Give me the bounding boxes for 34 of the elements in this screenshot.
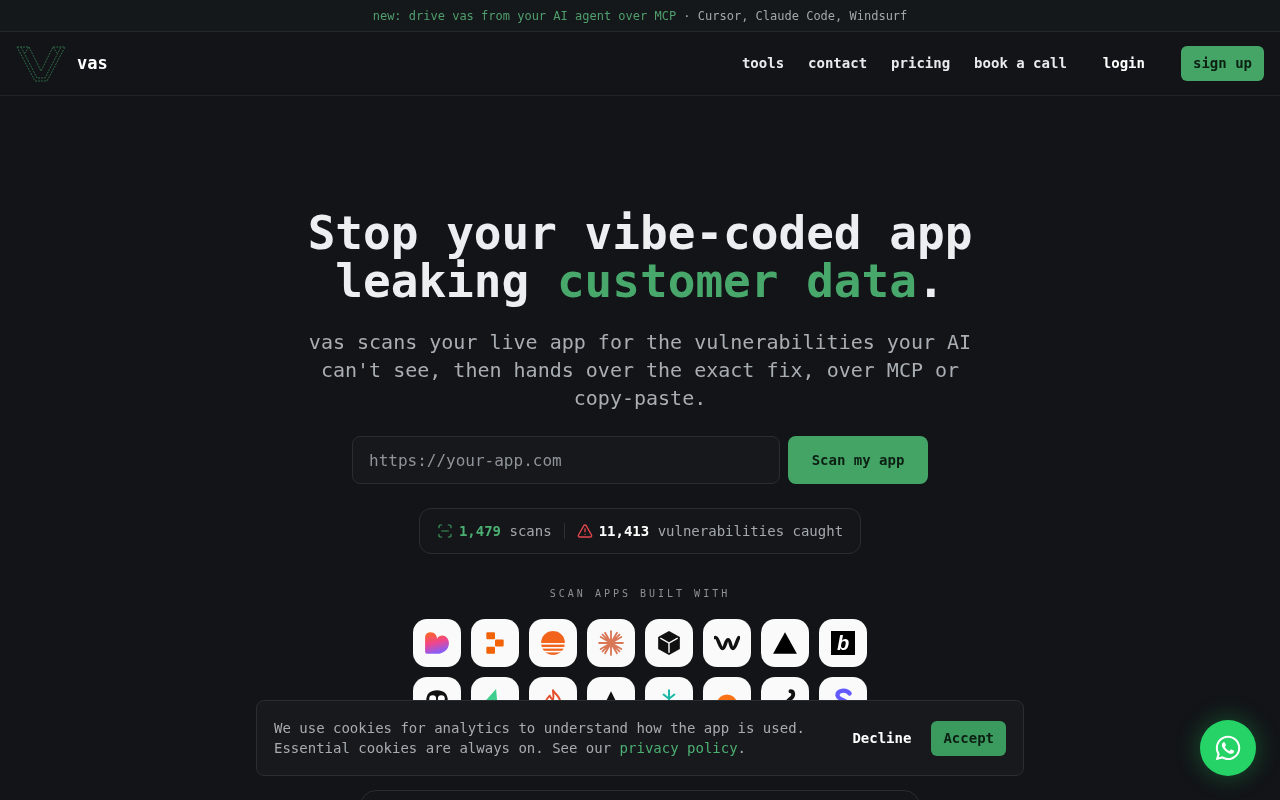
warning-icon [576,523,593,539]
wave-icon [703,619,751,667]
nav-link[interactable]: contact [808,53,868,74]
heart-logo-icon [413,619,461,667]
striped-sun-icon [529,619,577,667]
phone-chat-bubble-icon [1214,734,1242,762]
decline-button[interactable]: Decline [840,720,924,756]
chat-button[interactable] [1200,720,1256,776]
scan-button[interactable]: Scan my app [788,436,928,484]
sign-up-button[interactable]: sign up [1181,46,1264,81]
hero-headline: Stop your vibe-coded app leaking customer data. [306,209,974,305]
brand-name[interactable]: vas [77,50,108,77]
login-link[interactable]: login [1102,53,1145,74]
nav-link[interactable]: tools [741,53,785,74]
logo-letter: b [831,631,855,655]
nav-link[interactable]: book a call [974,53,1067,74]
accept-button[interactable]: Accept [931,720,1006,756]
scans-label: scans [509,521,552,541]
triangle-icon [761,619,809,667]
scans-count: 1,479 [458,521,502,541]
section-label: SCAN APPS BUILT WITH [549,587,731,601]
announcement-text: · Cursor, Claude Code, Windsurf [683,7,908,25]
nav-link[interactable]: pricing [891,53,951,74]
announcement-link[interactable]: new: drive vas from your AI agent over MCP [372,6,677,25]
vulnerabilities-count: 11,413 [598,521,650,541]
starburst-icon [587,619,635,667]
cube-icon [645,619,693,667]
scan-icon [436,523,453,539]
blocks-logo-icon [471,619,519,667]
url-input[interactable]: https://your-app.com [352,436,780,484]
privacy-policy-link[interactable]: privacy policy [619,740,738,756]
vulnerabilities-label: vulnerabilities caught [657,521,844,541]
hero-subtitle: vas scans your live app for the vulnerabilities your AI can't see, then hands over the exact fix, over MCP or copy-paste. [307,329,973,412]
cookie-message: We use cookies for analytics to understand how the app is used. Essential cookies are always on. See our privacy policy. [274,719,806,758]
